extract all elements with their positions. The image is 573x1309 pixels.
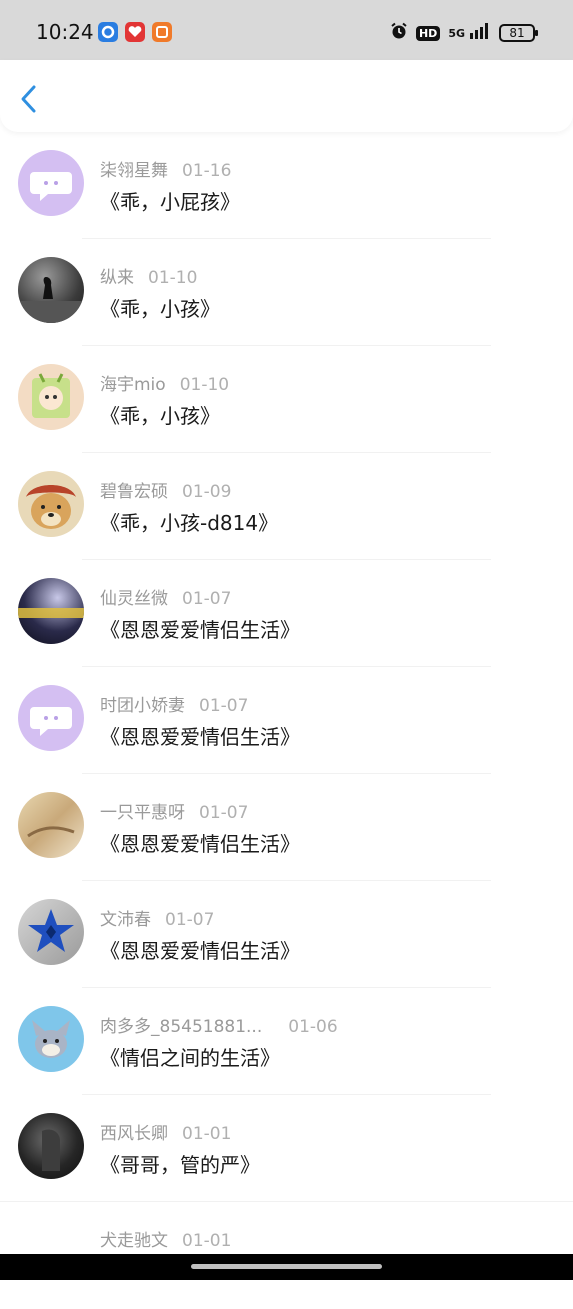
author-name[interactable]: 一只平惠呀 <box>100 803 185 823</box>
item-date: 01-01 <box>182 1124 232 1144</box>
status-bar: 10:24 HD 5G 81 <box>0 0 573 60</box>
signal-icon <box>469 22 491 44</box>
list-item[interactable]: 碧鲁宏硕 01-09 《乖，小孩-d814》 <box>0 453 573 560</box>
network-type: 5G <box>448 26 465 40</box>
photo-avatar[interactable] <box>18 792 84 858</box>
list-item[interactable]: 海宇mio 01-10 《乖，小孩》 <box>0 346 573 453</box>
work-title[interactable]: 《乖，小孩》 <box>100 400 220 429</box>
cartoon-avatar[interactable] <box>18 364 84 430</box>
chat-bubble-avatar[interactable] <box>18 150 84 216</box>
author-name[interactable]: 文沛春 <box>100 910 151 930</box>
status-time: 10:24 <box>36 20 94 44</box>
chevron-left-icon <box>21 85 36 113</box>
list-item[interactable]: 一只平惠呀 01-07 《恩恩爱爱情侣生活》 <box>0 774 573 881</box>
work-title[interactable]: 《恩恩爱爱情侣生活》 <box>100 614 300 643</box>
hd-badge: HD <box>415 25 441 41</box>
author-name[interactable]: 碧鲁宏硕 <box>100 482 168 502</box>
work-title[interactable]: 《恩恩爱爱情侣生活》 <box>100 935 300 964</box>
item-date: 01-07 <box>199 696 249 716</box>
back-button[interactable] <box>18 84 42 114</box>
cartoon-cat-avatar[interactable] <box>18 1006 84 1072</box>
list-item[interactable]: 西风长卿 01-01 《哥哥，管的严》 <box>0 1095 573 1202</box>
work-title[interactable]: 《乖，小孩》 <box>100 293 220 322</box>
author-name[interactable]: 仙灵丝微 <box>100 589 168 609</box>
item-date: 01-07 <box>182 589 232 609</box>
list-item[interactable]: 肉多多_85451881... 01-06 《情侣之间的生活》 <box>0 988 573 1095</box>
top-bar <box>0 60 573 132</box>
home-indicator[interactable] <box>191 1264 382 1269</box>
list-item[interactable]: 纵来 01-10 《乖，小孩》 <box>0 239 573 346</box>
work-title[interactable]: 《恩恩爱爱情侣生活》 <box>100 721 300 750</box>
author-name[interactable]: 肉多多_85451881... <box>100 1017 262 1037</box>
app-notification-icon <box>152 22 172 42</box>
author-name[interactable]: 柒翎星舞 <box>100 161 168 181</box>
work-title[interactable]: 《乖，小屁孩》 <box>100 186 240 215</box>
alarm-icon <box>390 22 408 44</box>
status-indicators: HD 5G 81 <box>390 22 538 44</box>
chat-bubble-avatar[interactable] <box>18 685 84 751</box>
work-title[interactable]: 《恩恩爱爱情侣生活》 <box>100 828 300 857</box>
list-item[interactable]: 柒翎星舞 01-16 《乖，小屁孩》 <box>0 132 573 239</box>
star-avatar[interactable] <box>18 899 84 965</box>
author-name[interactable]: 西风长卿 <box>100 1124 168 1144</box>
app-notification-icon <box>98 22 118 42</box>
system-nav-bar <box>0 1254 573 1280</box>
app-notification-icon <box>125 22 145 42</box>
photo-avatar[interactable] <box>18 257 84 323</box>
dog-avatar[interactable] <box>18 471 84 537</box>
photo-avatar[interactable] <box>18 578 84 644</box>
author-name[interactable]: 时团小娇妻 <box>100 696 185 716</box>
work-list: 柒翎星舞 01-16 《乖，小屁孩》 纵来 01-10 《乖，小孩》 海宇mio 01… <box>0 132 573 1309</box>
work-title[interactable]: 《哥哥，管的严》 <box>100 1149 260 1178</box>
item-date: 01-10 <box>179 375 230 395</box>
item-date: 01-01 <box>182 1231 232 1251</box>
author-name[interactable]: 海宇mio <box>100 375 166 395</box>
photo-avatar[interactable] <box>18 1113 84 1179</box>
list-item[interactable]: 仙灵丝微 01-07 《恩恩爱爱情侣生活》 <box>0 560 573 667</box>
author-name[interactable]: 犬走驰文 <box>100 1231 168 1251</box>
author-name[interactable]: 纵来 <box>100 268 134 288</box>
item-date: 01-10 <box>148 268 198 288</box>
list-item[interactable]: 时团小娇妻 01-07 《恩恩爱爱情侣生活》 <box>0 667 573 774</box>
work-title[interactable]: 《乖，小孩-d814》 <box>100 507 278 536</box>
item-date: 01-06 <box>288 1017 338 1037</box>
item-date: 01-16 <box>182 161 232 181</box>
item-date: 01-07 <box>165 910 215 930</box>
item-date: 01-09 <box>182 482 232 502</box>
item-date: 01-07 <box>199 803 249 823</box>
battery-icon: 81 <box>499 24 538 42</box>
list-item[interactable]: 文沛春 01-07 《恩恩爱爱情侣生活》 <box>0 881 573 988</box>
work-title[interactable]: 《情侣之间的生活》 <box>100 1042 280 1071</box>
